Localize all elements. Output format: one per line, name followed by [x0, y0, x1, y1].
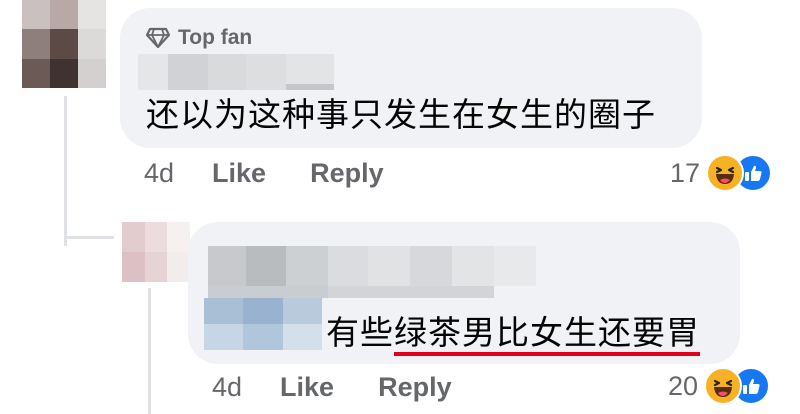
badge-label: Top fan	[178, 26, 253, 49]
reply-name-blurred[interactable]	[208, 246, 536, 286]
like-button[interactable]: Like	[212, 158, 266, 189]
comment-actions-2: 4d Like Reply	[212, 372, 496, 403]
haha-icon	[704, 367, 743, 405]
avatar[interactable]	[22, 0, 106, 88]
top-fan-badge: Top fan	[146, 26, 252, 50]
reaction-summary-2[interactable]: 20	[668, 367, 771, 405]
reply-image-blurred	[204, 298, 322, 350]
reaction-summary-1[interactable]: 17	[670, 154, 773, 192]
timestamp[interactable]: 4d	[212, 372, 242, 403]
commenter-name-blurred[interactable]	[138, 54, 334, 90]
like-button[interactable]: Like	[280, 372, 334, 403]
thread-line-vertical	[64, 96, 67, 246]
reply-avatar-blurred-strip	[208, 286, 494, 298]
reply-button[interactable]: Reply	[378, 372, 452, 403]
comment-text-2: 有些绿茶男比女生还要胃	[326, 306, 700, 356]
comment-actions-1: 4d Like Reply	[144, 158, 428, 189]
diamond-icon	[146, 27, 170, 49]
haha-icon	[706, 154, 745, 192]
reply-avatar[interactable]	[122, 222, 190, 282]
reply-button[interactable]: Reply	[310, 158, 384, 189]
reaction-count: 20	[668, 370, 699, 401]
comment-text-2-underlined: 绿茶男比女生还要胃	[394, 314, 700, 356]
thread-line-reply	[148, 288, 151, 414]
comment-text-1: 还以为这种事只发生在女生的圈子	[146, 96, 656, 133]
comment-text-2-plain: 有些	[326, 314, 394, 351]
thread-line-curve	[64, 236, 114, 239]
reaction-count: 17	[670, 157, 701, 188]
timestamp[interactable]: 4d	[144, 158, 174, 189]
